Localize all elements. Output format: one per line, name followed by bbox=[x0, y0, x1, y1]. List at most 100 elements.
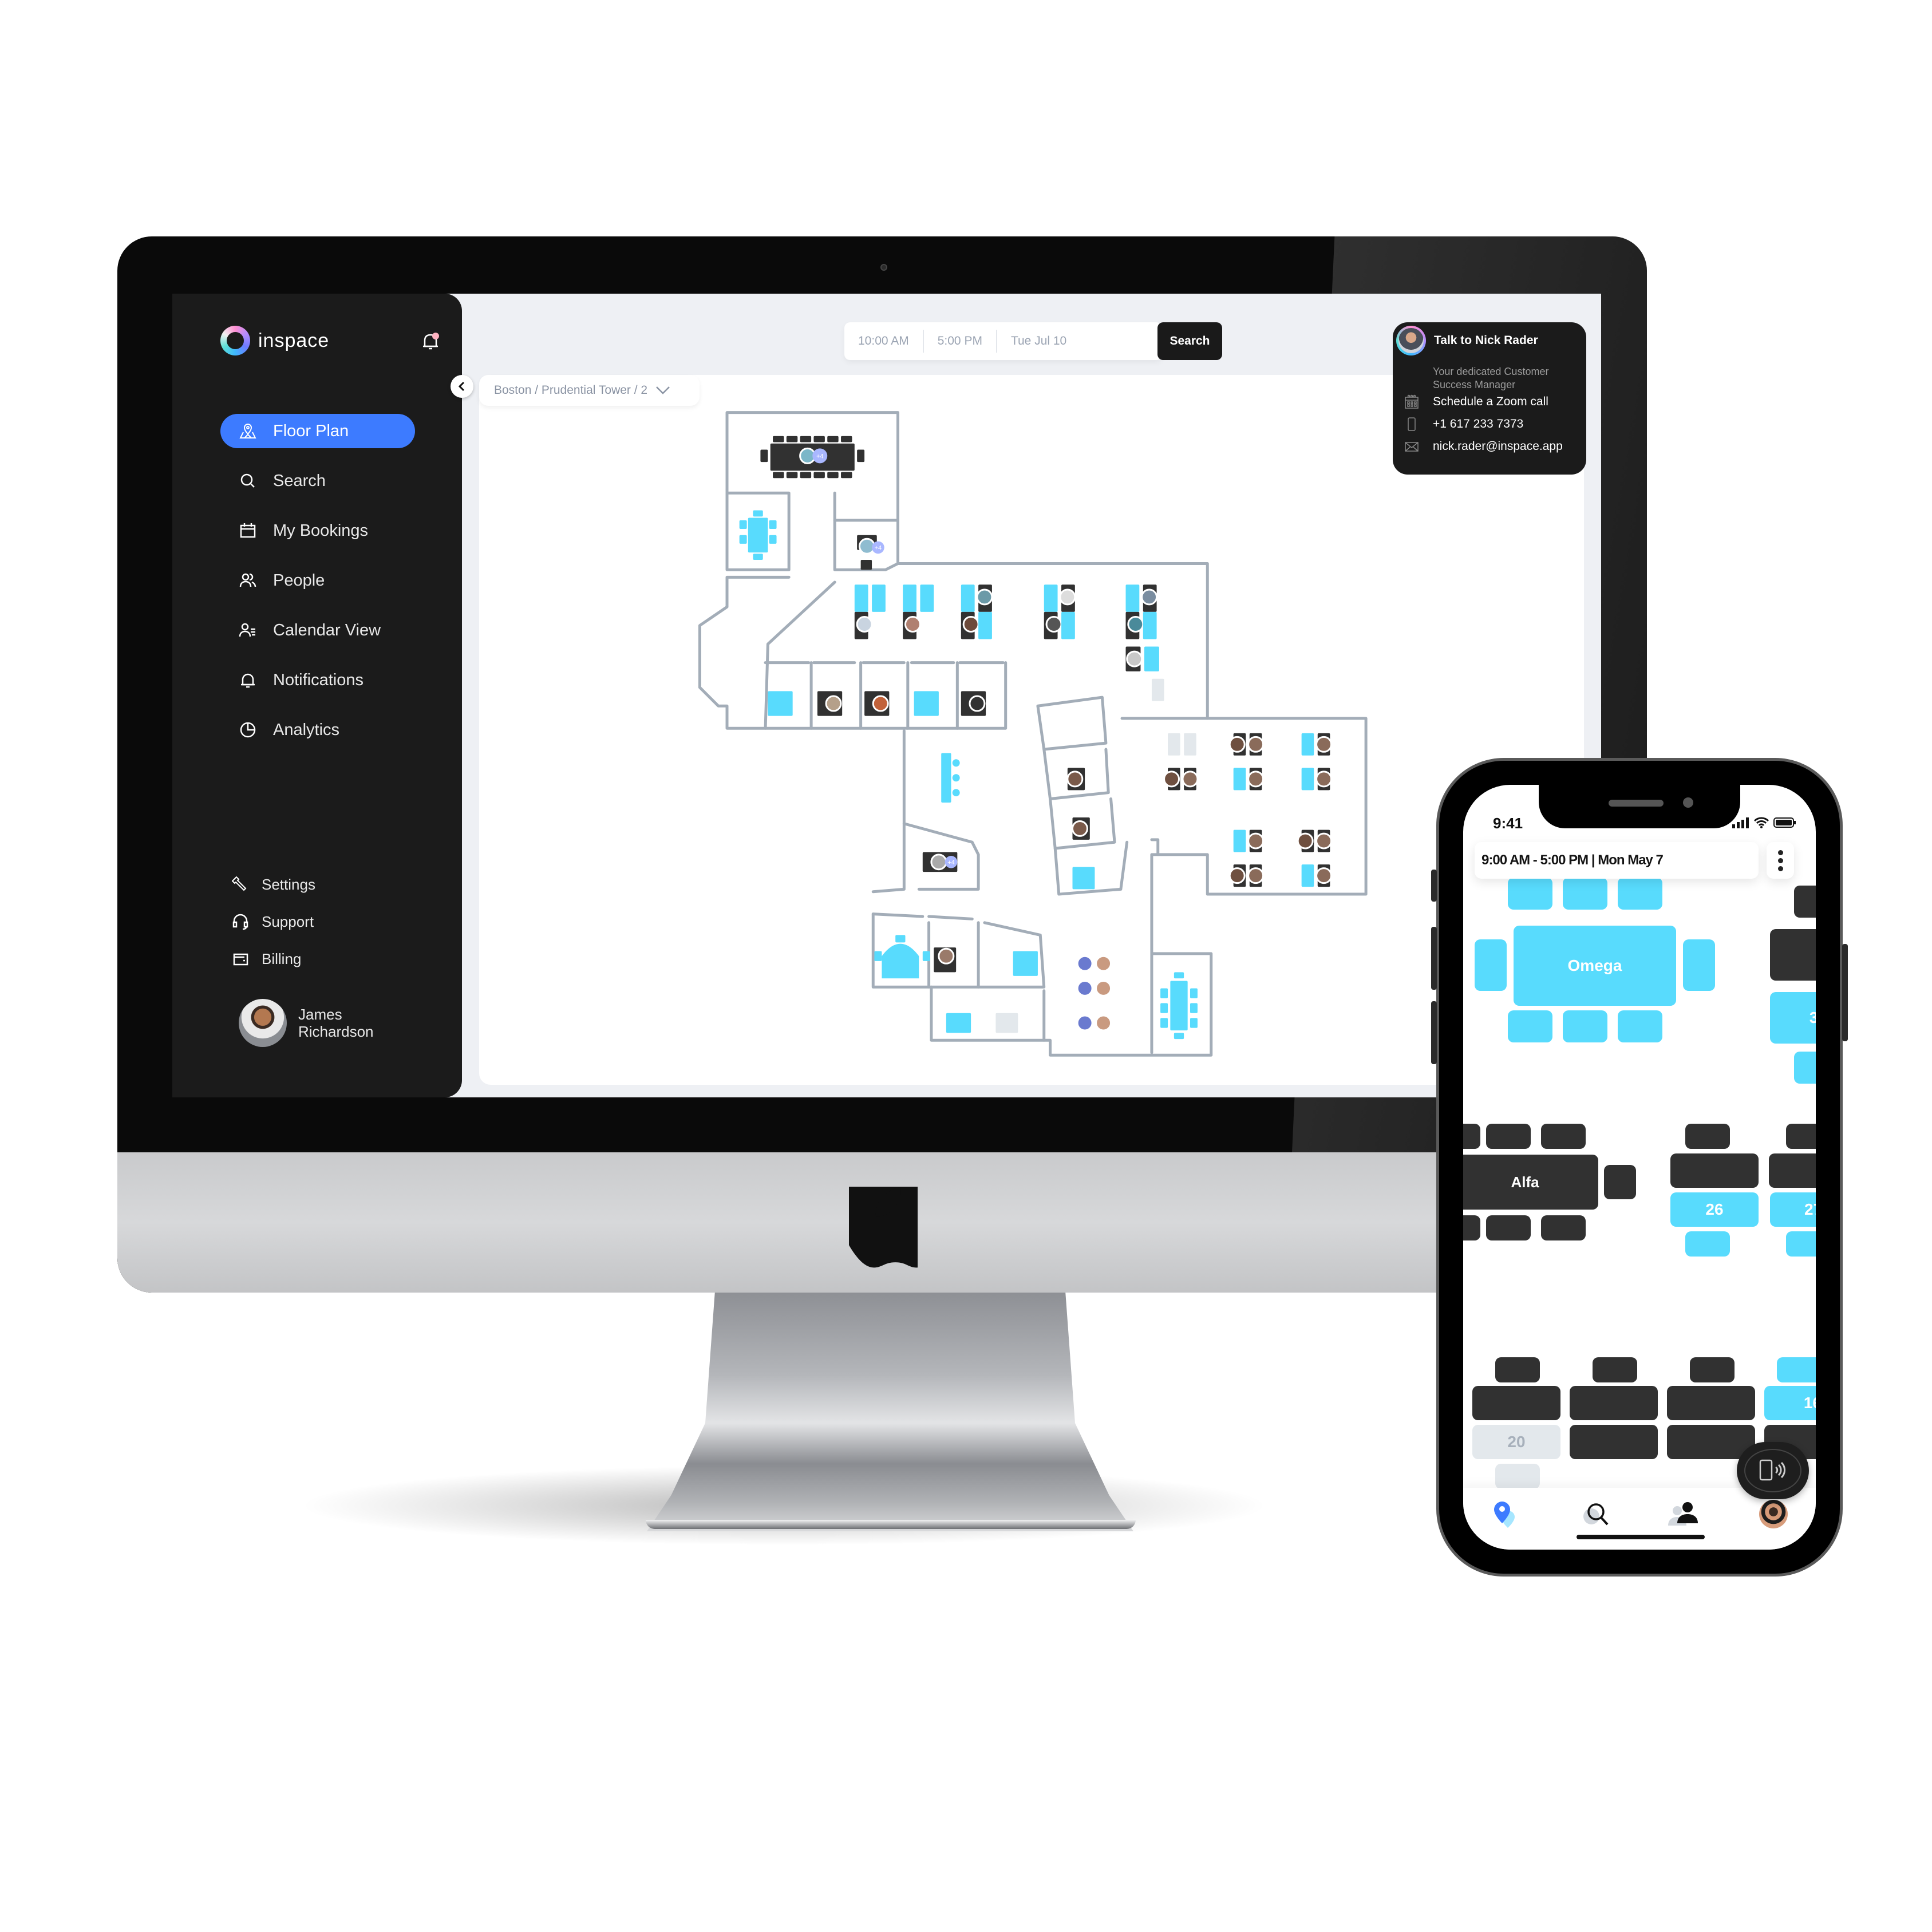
person-avatar[interactable] bbox=[1228, 867, 1246, 884]
chair[interactable] bbox=[1794, 1052, 1816, 1084]
desk[interactable] bbox=[872, 584, 886, 612]
sidebar-item-my-bookings[interactable]: My Bookings bbox=[220, 513, 415, 548]
user-profile[interactable]: James Richardson bbox=[239, 999, 390, 1047]
collapse-sidebar-button[interactable] bbox=[451, 375, 473, 398]
person-avatar[interactable] bbox=[1095, 955, 1112, 972]
desk[interactable] bbox=[1143, 611, 1157, 639]
chair[interactable] bbox=[827, 436, 839, 442]
desk[interactable] bbox=[1151, 678, 1164, 701]
chair[interactable] bbox=[786, 472, 798, 479]
desk[interactable] bbox=[1769, 1153, 1816, 1188]
end-time-field[interactable]: 5:00 PM bbox=[924, 330, 997, 353]
desk[interactable] bbox=[1301, 768, 1314, 791]
chair[interactable] bbox=[813, 436, 825, 442]
person-avatar[interactable] bbox=[1076, 1014, 1093, 1032]
desk[interactable] bbox=[1667, 1386, 1755, 1420]
nfc-checkin-button[interactable] bbox=[1737, 1442, 1809, 1499]
desk[interactable] bbox=[1770, 929, 1816, 981]
chair[interactable] bbox=[952, 759, 960, 767]
sidebar-item-calendar-view[interactable]: Calendar View bbox=[220, 613, 415, 647]
schedule-zoom-link[interactable]: Schedule a Zoom call bbox=[1404, 394, 1548, 409]
room-omega[interactable]: Omega bbox=[1514, 926, 1676, 1006]
person-avatar[interactable] bbox=[976, 588, 993, 606]
person-avatar[interactable] bbox=[1095, 979, 1112, 997]
chair[interactable] bbox=[786, 436, 798, 442]
desk[interactable] bbox=[1472, 1386, 1560, 1420]
desk[interactable] bbox=[920, 584, 934, 612]
desk-26[interactable]: 26 bbox=[1670, 1192, 1759, 1227]
desk[interactable] bbox=[1125, 584, 1140, 612]
chair[interactable] bbox=[773, 472, 784, 479]
chair[interactable] bbox=[753, 554, 763, 560]
sidebar-item-notifications[interactable]: Notifications bbox=[220, 663, 415, 697]
booking-time-bar[interactable]: 9:00 AM - 5:00 PM | Mon May 7 bbox=[1475, 842, 1759, 879]
chair[interactable] bbox=[1190, 1018, 1198, 1028]
person-avatar[interactable] bbox=[1045, 616, 1062, 633]
tab-search[interactable] bbox=[1580, 1497, 1614, 1531]
desk[interactable] bbox=[1570, 1386, 1658, 1420]
chair[interactable] bbox=[769, 535, 777, 544]
person-avatar[interactable] bbox=[1127, 616, 1144, 633]
desk-20[interactable]: 20 bbox=[1472, 1425, 1560, 1459]
person-avatar[interactable] bbox=[856, 616, 873, 633]
chair[interactable] bbox=[857, 449, 865, 463]
desk[interactable] bbox=[1184, 733, 1196, 756]
meeting-table[interactable] bbox=[1170, 981, 1188, 1030]
chair[interactable] bbox=[1495, 1464, 1540, 1489]
desk[interactable] bbox=[768, 691, 793, 716]
person-avatar[interactable] bbox=[969, 695, 986, 712]
person-avatar[interactable] bbox=[930, 854, 947, 871]
chair[interactable] bbox=[1160, 988, 1168, 998]
sidebar-item-billing[interactable]: Billing bbox=[232, 946, 315, 971]
chair[interactable] bbox=[1786, 1124, 1816, 1149]
desk-16[interactable]: 16 bbox=[1764, 1386, 1816, 1420]
desk[interactable] bbox=[995, 1013, 1018, 1033]
tab-profile[interactable] bbox=[1756, 1497, 1791, 1531]
chair[interactable] bbox=[1618, 1010, 1662, 1042]
desk[interactable] bbox=[978, 611, 992, 639]
chair[interactable] bbox=[1685, 1231, 1730, 1257]
chair[interactable] bbox=[1508, 878, 1552, 910]
person-avatar[interactable] bbox=[1247, 771, 1265, 788]
chair[interactable] bbox=[1190, 1003, 1198, 1013]
person-avatar[interactable] bbox=[1163, 771, 1180, 788]
chair[interactable] bbox=[739, 535, 747, 544]
chair[interactable] bbox=[1463, 1215, 1480, 1240]
chair[interactable] bbox=[1174, 972, 1184, 979]
desk[interactable] bbox=[1233, 768, 1246, 791]
chair[interactable] bbox=[1541, 1215, 1586, 1240]
desk[interactable] bbox=[1670, 1153, 1759, 1188]
person-avatar[interactable] bbox=[1126, 650, 1143, 667]
chair[interactable] bbox=[860, 560, 872, 570]
chair[interactable] bbox=[1160, 1018, 1168, 1028]
chair[interactable] bbox=[1563, 1010, 1607, 1042]
bell-with-badge-icon[interactable] bbox=[422, 331, 439, 351]
desk[interactable] bbox=[1570, 1425, 1658, 1459]
chair[interactable] bbox=[1618, 878, 1662, 910]
brand[interactable]: inspace bbox=[220, 326, 329, 355]
chair[interactable] bbox=[1604, 1165, 1636, 1199]
sidebar-item-analytics[interactable]: Analytics bbox=[220, 713, 415, 747]
desk[interactable] bbox=[1144, 646, 1159, 671]
tab-map[interactable] bbox=[1488, 1497, 1523, 1531]
start-time-field[interactable]: 10:00 AM bbox=[844, 330, 924, 353]
chair[interactable] bbox=[1174, 1033, 1184, 1040]
person-avatar[interactable] bbox=[1247, 867, 1265, 884]
desk[interactable] bbox=[914, 691, 939, 716]
person-avatar[interactable] bbox=[1247, 736, 1265, 753]
person-avatar[interactable] bbox=[962, 616, 979, 633]
desk[interactable] bbox=[1072, 867, 1095, 890]
person-avatar[interactable] bbox=[1297, 832, 1314, 850]
chair[interactable] bbox=[800, 472, 812, 479]
desk[interactable] bbox=[1044, 584, 1058, 612]
sidebar-item-settings[interactable]: Settings bbox=[232, 872, 315, 897]
sidebar-item-people[interactable]: People bbox=[220, 563, 415, 598]
person-avatar[interactable] bbox=[1228, 736, 1246, 753]
sidebar-item-floor-plan[interactable]: Floor Plan bbox=[220, 414, 415, 448]
chair[interactable] bbox=[760, 449, 768, 463]
chair[interactable] bbox=[1475, 939, 1507, 991]
chair[interactable] bbox=[1786, 1231, 1816, 1257]
tab-people[interactable] bbox=[1667, 1497, 1701, 1531]
desk[interactable] bbox=[961, 584, 975, 612]
chair[interactable] bbox=[1593, 1357, 1637, 1382]
